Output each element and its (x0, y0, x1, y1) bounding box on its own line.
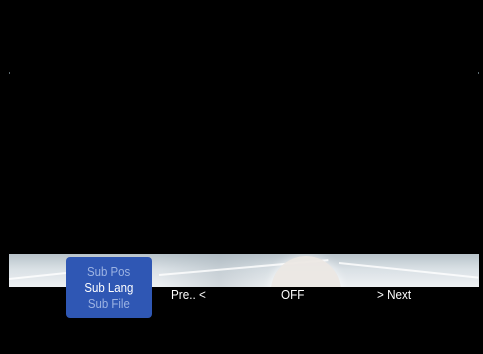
menu-item-sub-file[interactable]: Sub File (88, 296, 130, 312)
video-frame (9, 72, 479, 287)
previous-option-button[interactable]: Pre.. < (171, 287, 206, 303)
next-option-button[interactable]: > Next (377, 287, 411, 303)
video-figure (271, 256, 341, 287)
menu-item-sub-lang[interactable]: Sub Lang (84, 280, 133, 296)
subtitle-menu: Sub Pos Sub Lang Sub File (66, 257, 152, 318)
frame-edge-mark (9, 72, 10, 74)
video-streak (338, 262, 479, 279)
current-value-label: OFF (281, 287, 305, 302)
player-screen: Sub Pos Sub Lang Sub File Pre.. < OFF > … (0, 0, 483, 354)
menu-item-sub-pos[interactable]: Sub Pos (87, 264, 130, 280)
frame-edge-mark (478, 72, 479, 74)
